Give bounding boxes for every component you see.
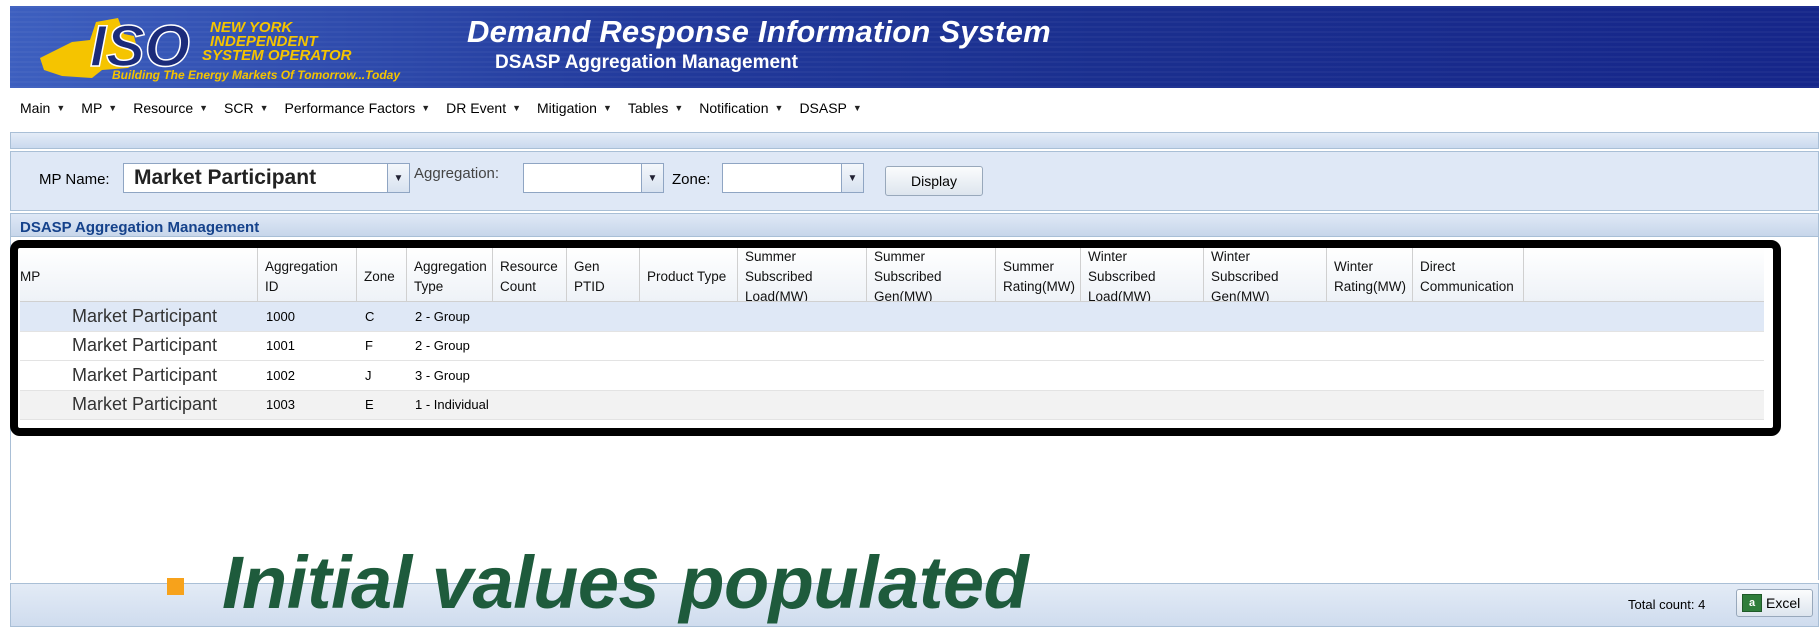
cell-zone: J	[365, 367, 372, 383]
caret-down-icon: ▼	[512, 103, 522, 113]
chevron-down-icon[interactable]: ▼	[841, 164, 863, 192]
aggregation-select[interactable]: ▼	[523, 163, 664, 193]
menu-item-dr-event[interactable]: DR Event ▼	[446, 100, 521, 116]
cell-type: 3 - Group	[415, 367, 470, 383]
logo-line-3: SYSTEM OPERATOR	[202, 47, 352, 64]
cell-mp: Market Participant	[72, 394, 218, 415]
caret-down-icon: ▼	[421, 103, 431, 113]
menu-item-scr[interactable]: SCR ▼	[224, 100, 268, 116]
bullet-square	[167, 578, 184, 595]
grid-rows: Market Participant 1000 C 2 - Group Market P…	[20, 302, 1764, 420]
cell-aggregation-id: 1002	[266, 367, 295, 383]
mp-name-select[interactable]: Market Participant ▼	[123, 163, 410, 193]
system-title: Demand Response Information System	[467, 14, 1051, 49]
column-header[interactable]: Resource Count	[493, 248, 567, 301]
mp-name-value: Market Participant	[134, 166, 317, 189]
column-header[interactable]: Zone	[357, 248, 407, 301]
main-menu-bar: Main ▼ MP ▼ Resource ▼ SCR ▼ Performance Factors…	[10, 90, 1819, 126]
menu-item-mitigation[interactable]: Mitigation ▼	[537, 100, 612, 116]
menu-item-label: MP	[81, 100, 103, 116]
chevron-down-icon[interactable]: ▼	[387, 164, 409, 192]
column-header[interactable]: MP	[20, 248, 258, 301]
excel-button-label: Excel	[1766, 595, 1801, 611]
menu-item-dsasp[interactable]: DSASP ▼	[799, 100, 861, 116]
aggregation-label: Aggregation:	[414, 165, 500, 182]
display-button[interactable]: Display	[885, 166, 983, 196]
menu-item-label: DSASP	[799, 100, 847, 116]
column-header[interactable]: Summer Subscribed Gen(MW)	[867, 248, 996, 301]
column-header[interactable]: Winter Subscribed Load(MW)	[1081, 248, 1204, 301]
column-header[interactable]: Summer Subscribed Load(MW)	[738, 248, 867, 301]
menu-item-notification[interactable]: Notification ▼	[699, 100, 783, 116]
caret-down-icon: ▼	[774, 103, 784, 113]
cell-type: 1 - Individual	[415, 397, 489, 413]
table-row[interactable]: Market Participant 1002 J 3 - Group	[20, 361, 1764, 391]
cell-aggregation-id: 1001	[266, 338, 295, 354]
menu-item-label: Performance Factors	[284, 100, 416, 116]
panel-header-strip	[10, 132, 1819, 149]
cell-type: 2 - Group	[415, 308, 470, 324]
column-header[interactable]: Aggregation Type	[407, 248, 493, 301]
zone-select[interactable]: ▼	[722, 163, 864, 193]
caret-down-icon: ▼	[259, 103, 269, 113]
column-header[interactable]: Gen PTID	[567, 248, 640, 301]
caret-down-icon: ▼	[199, 103, 209, 113]
cell-zone: E	[365, 397, 374, 413]
table-row[interactable]: Market Participant 1003 E 1 - Individual	[20, 390, 1764, 420]
cell-zone: F	[365, 338, 373, 354]
menu-item-tables[interactable]: Tables ▼	[628, 100, 683, 116]
menu-item-performance-factors[interactable]: Performance Factors ▼	[285, 100, 431, 116]
column-header[interactable]: Winter Rating(MW)	[1327, 248, 1413, 301]
cell-aggregation-id: 1000	[266, 308, 295, 324]
grid-title-bar	[10, 213, 1819, 237]
caret-down-icon: ▼	[674, 103, 684, 113]
excel-export-button[interactable]: a Excel	[1736, 589, 1813, 617]
grid-title: DSASP Aggregation Management	[20, 219, 260, 236]
zone-label: Zone:	[672, 171, 711, 188]
menu-item-label: SCR	[224, 100, 254, 116]
menu-item-resource[interactable]: Resource ▼	[133, 100, 208, 116]
column-header[interactable]: Product Type	[640, 248, 738, 301]
caret-down-icon: ▼	[56, 103, 66, 113]
menu-item-label: Tables	[627, 100, 669, 116]
menu-item-label: DR Event	[446, 100, 507, 116]
column-header[interactable]: Direct Communication	[1413, 248, 1524, 301]
cell-type: 2 - Group	[415, 338, 470, 354]
chevron-down-icon[interactable]: ▼	[641, 164, 663, 192]
excel-icon: a	[1742, 594, 1762, 612]
nyiso-logo: ISO NEW YORK INDEPENDENT SYSTEM OPERATOR…	[40, 13, 401, 82]
aggregation-grid: MP Aggregation ID Zone Aggregation Type Reso…	[20, 248, 1764, 420]
caret-down-icon: ▼	[602, 103, 612, 113]
caret-down-icon: ▼	[108, 103, 118, 113]
table-row[interactable]: Market Participant 1000 C 2 - Group	[20, 302, 1764, 332]
menu-item-label: Notification	[699, 100, 769, 116]
cell-mp: Market Participant	[72, 364, 218, 385]
menu-item-main[interactable]: Main ▼	[20, 100, 65, 116]
cell-aggregation-id: 1003	[266, 397, 295, 413]
column-header[interactable]: Winter Subscribed Gen(MW)	[1204, 248, 1327, 301]
menu-item-label: Main	[20, 100, 51, 116]
caret-down-icon: ▼	[852, 103, 862, 113]
menu-item-label: Mitigation	[537, 100, 597, 116]
cell-mp: Market Participant	[72, 335, 218, 356]
cell-mp: Market Participant	[72, 305, 218, 326]
menu-item-label: Resource	[133, 100, 194, 116]
page-subtitle: DSASP Aggregation Management	[495, 52, 798, 73]
callout-text: Initial values populated	[222, 541, 1029, 624]
cell-zone: C	[365, 308, 375, 324]
column-header[interactable]: Summer Rating(MW)	[996, 248, 1081, 301]
grid-header-row: MP Aggregation ID Zone Aggregation Type Reso…	[20, 248, 1764, 302]
total-count: Total count: 4	[1628, 597, 1706, 612]
menu-item-mp[interactable]: MP ▼	[81, 100, 117, 116]
table-row[interactable]: Market Participant 1001 F 2 - Group	[20, 331, 1764, 361]
mp-name-label: MP Name:	[39, 171, 110, 188]
column-header[interactable]: Aggregation ID	[258, 248, 357, 301]
logo-tagline: Building The Energy Markets Of Tomorrow.…	[112, 68, 401, 82]
